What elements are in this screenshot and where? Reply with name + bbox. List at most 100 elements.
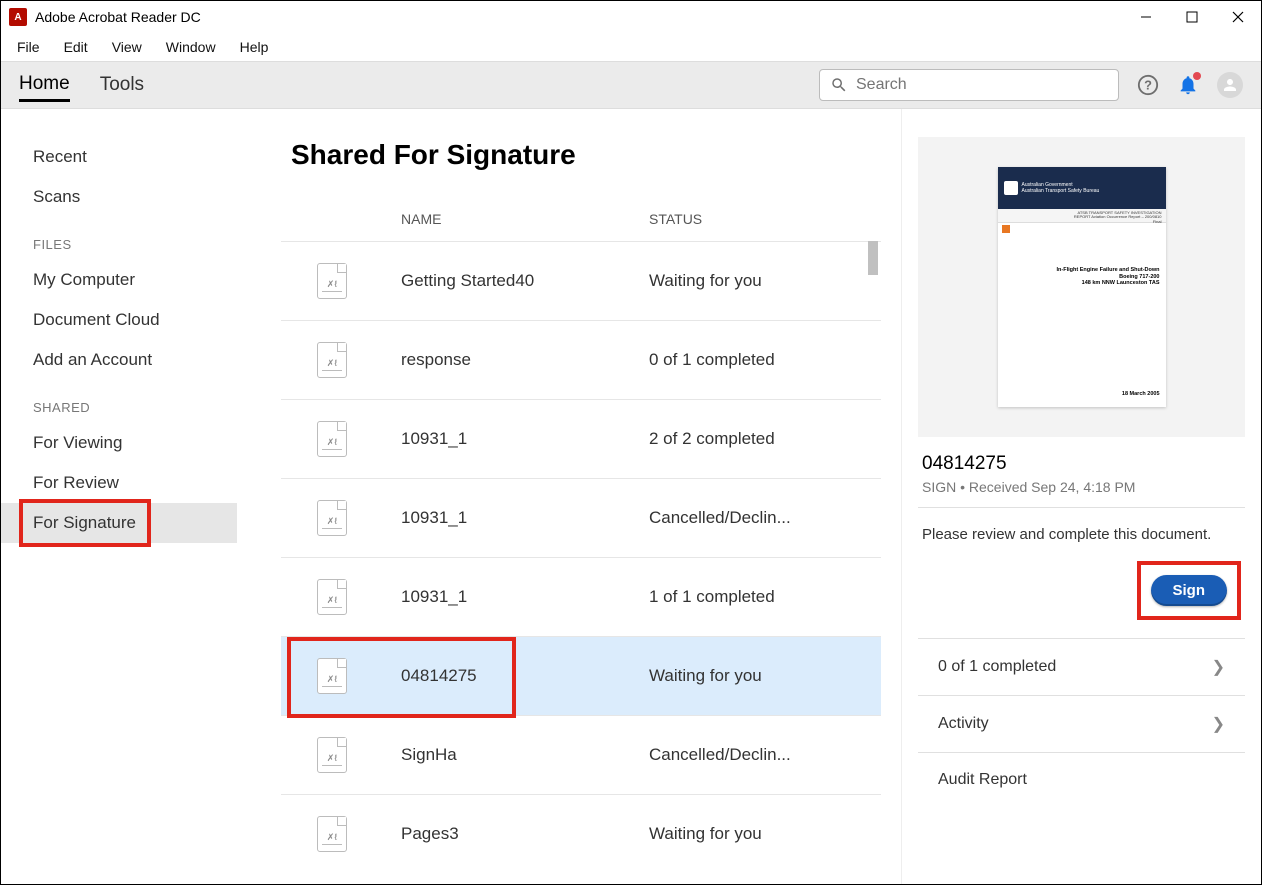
sidebar: Recent Scans FILES My Computer Document … [1,109,281,884]
table-row-selected[interactable]: ✗ℓ 04814275 Waiting for you [281,636,881,715]
table-row[interactable]: ✗ℓ 10931_1 2 of 2 completed [281,399,881,478]
maximize-button[interactable] [1169,1,1215,33]
sign-button[interactable]: Sign [1151,575,1228,606]
highlight-sign-button: Sign [1137,561,1242,620]
window-controls [1123,1,1261,33]
sidebar-recent[interactable]: Recent [1,137,281,177]
divider [918,507,1245,508]
app-title: Adobe Acrobat Reader DC [35,9,201,25]
sign-doc-icon: ✗ℓ [317,342,347,378]
titlebar-left: A Adobe Acrobat Reader DC [9,8,201,26]
sidebar-for-viewing[interactable]: For Viewing [1,423,281,463]
row-status: Cancelled/Declin... [649,508,881,528]
table-row[interactable]: ✗ℓ 10931_1 1 of 1 completed [281,557,881,636]
sidebar-add-account[interactable]: Add an Account [1,340,281,380]
detail-audit: Audit Report [938,771,1027,789]
sidebar-shared-header: SHARED [1,380,281,423]
column-name[interactable]: NAME [401,211,649,227]
notification-dot [1193,72,1201,80]
table-row[interactable]: ✗ℓ response 0 of 1 completed [281,320,881,399]
row-status: Waiting for you [649,271,881,291]
preview-body3: 148 km NNW Launceston TAS [1057,280,1160,287]
search-box[interactable] [819,69,1119,101]
detail-audit-row[interactable]: Audit Report [918,752,1245,807]
menu-file[interactable]: File [7,35,50,59]
chevron-right-icon: ❯ [1212,714,1225,734]
row-name: SignHa [401,745,649,765]
sidebar-my-computer[interactable]: My Computer [1,260,281,300]
chevron-right-icon: ❯ [1212,657,1225,677]
row-status: Cancelled/Declin... [649,745,881,765]
menu-window[interactable]: Window [156,35,226,59]
menu-edit[interactable]: Edit [54,35,98,59]
detail-activity-row[interactable]: Activity ❯ [918,695,1245,752]
help-icon[interactable]: ? [1137,74,1159,96]
svg-text:?: ? [1144,78,1152,93]
row-name: 10931_1 [401,429,649,449]
table-row[interactable]: ✗ℓ Getting Started40 Waiting for you [281,241,881,320]
list-wrap: ✗ℓ Getting Started40 Waiting for you ✗ℓ … [281,241,881,873]
preview-date: 18 March 2005 [1122,391,1160,397]
column-status[interactable]: STATUS [649,211,781,227]
details-panel: Australian Government Australian Transpo… [901,109,1261,884]
sign-doc-icon: ✗ℓ [317,421,347,457]
sign-doc-icon: ✗ℓ [317,816,347,852]
sidebar-for-signature[interactable]: For Signature [1,503,237,543]
sidebar-files-header: FILES [1,217,281,260]
sign-doc-icon: ✗ℓ [317,658,347,694]
detail-description: Please review and complete this document… [922,526,1241,543]
document-preview[interactable]: Australian Government Australian Transpo… [918,137,1245,437]
tab-tools[interactable]: Tools [100,70,144,100]
menu-view[interactable]: View [102,35,152,59]
preview-body2: Boeing 717-200 [1057,274,1160,281]
row-status: 1 of 1 completed [649,587,881,607]
menubar: File Edit View Window Help [1,33,1261,61]
row-status: 2 of 2 completed [649,429,881,449]
tab-home[interactable]: Home [19,69,70,102]
avatar[interactable] [1217,72,1243,98]
row-status: Waiting for you [649,824,881,844]
table-row[interactable]: ✗ℓ SignHa Cancelled/Declin... [281,715,881,794]
preview-body1: In-Flight Engine Failure and Shut-Down [1057,267,1160,274]
preview-gov2: Australian Transport Safety Bureau [1022,188,1100,194]
table-row[interactable]: ✗ℓ Pages3 Waiting for you [281,794,881,873]
table-header: NAME STATUS [281,211,901,241]
notifications-icon[interactable] [1177,74,1199,96]
table-row[interactable]: ✗ℓ 10931_1 Cancelled/Declin... [281,478,881,557]
row-status: 0 of 1 completed [649,350,881,370]
topnav-tabs: Home Tools [19,69,144,102]
scrollbar-thumb[interactable] [868,241,878,275]
content: Shared For Signature NAME STATUS ✗ℓ Gett… [281,109,901,884]
sidebar-for-review[interactable]: For Review [1,463,281,503]
scrollbar[interactable] [865,241,881,873]
close-button[interactable] [1215,1,1261,33]
row-name: 04814275 [401,666,649,686]
sign-doc-icon: ✗ℓ [317,737,347,773]
page-title: Shared For Signature [291,139,901,171]
sidebar-document-cloud[interactable]: Document Cloud [1,300,281,340]
row-name: Getting Started40 [401,271,649,291]
detail-meta: SIGN • Received Sep 24, 4:18 PM [922,479,1241,495]
sidebar-scans[interactable]: Scans [1,177,281,217]
main: Recent Scans FILES My Computer Document … [1,109,1261,884]
minimize-button[interactable] [1123,1,1169,33]
topnav-right: ? [819,69,1243,101]
row-name: response [401,350,649,370]
app-icon: A [9,8,27,26]
detail-title: 04814275 [922,453,1241,475]
sign-doc-icon: ✗ℓ [317,500,347,536]
row-status: Waiting for you [649,666,881,686]
search-icon [830,76,848,94]
search-input[interactable] [856,76,1108,94]
menu-help[interactable]: Help [230,35,279,59]
orange-square-icon [1002,225,1010,233]
preview-sub3: Final [1002,220,1162,224]
row-name: 10931_1 [401,508,649,528]
crest-icon [1004,181,1018,195]
sign-doc-icon: ✗ℓ [317,263,347,299]
sign-doc-icon: ✗ℓ [317,579,347,615]
detail-status-row[interactable]: 0 of 1 completed ❯ [918,638,1245,695]
detail-status: 0 of 1 completed [938,658,1056,676]
titlebar: A Adobe Acrobat Reader DC [1,1,1261,33]
topnav: Home Tools ? [1,61,1261,109]
